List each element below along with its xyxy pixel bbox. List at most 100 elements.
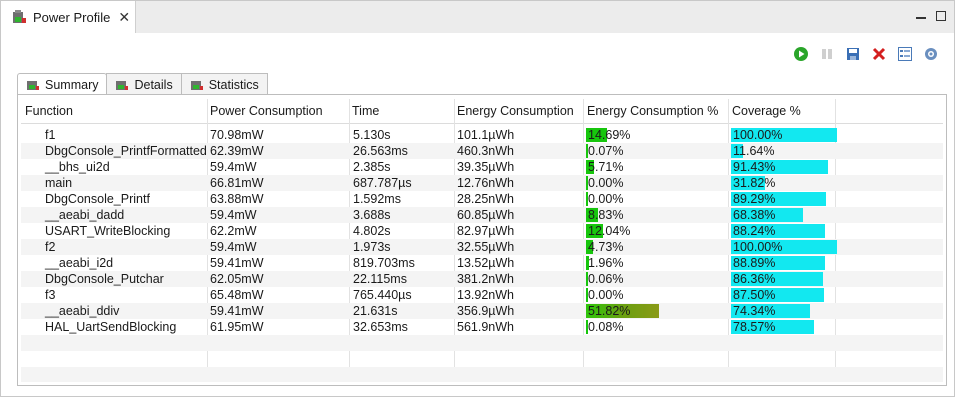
header-coverage-pct[interactable]: Coverage % (732, 99, 801, 123)
cell-time: 819.703ms (353, 256, 415, 270)
cell-coverage-pct: 89.29% (733, 192, 776, 206)
toolbar (792, 45, 940, 63)
table-row[interactable]: __bhs_ui2d 59.4mW 2.385s 39.35µWh 5.71% 91.4… (21, 159, 943, 175)
empty-row (21, 351, 943, 367)
table-header: Function Power Consumption Time Energy C… (21, 99, 943, 124)
empty-row (21, 335, 943, 351)
cell-function: main (45, 176, 73, 190)
view-tab-label: Power Profile (33, 9, 111, 25)
cell-power: 62.05mW (210, 272, 264, 286)
cell-function: __aeabi_ddiv (45, 304, 120, 318)
settings-list-icon[interactable] (896, 45, 914, 63)
cell-coverage-pct: 31.82% (733, 176, 776, 190)
tab-statistics[interactable]: Statistics (180, 73, 268, 95)
cell-coverage-pct: 100.00% (733, 128, 783, 142)
header-function[interactable]: Function (25, 99, 73, 123)
cell-coverage-pct: 86.36% (733, 272, 776, 286)
cell-power: 59.4mW (210, 240, 257, 254)
table-row[interactable]: HAL_UartSendBlocking 61.95mW 32.653ms 561.9… (21, 319, 943, 335)
table-row[interactable]: DbgConsole_Printf 63.88mW 1.592ms 28.25nWh… (21, 191, 943, 207)
cell-energy: 39.35µWh (457, 160, 515, 174)
close-icon[interactable]: ✕ (118, 9, 130, 26)
cell-power: 59.41mW (210, 256, 264, 270)
cell-energy: 381.2nWh (457, 272, 514, 286)
cell-energy-pct: 1.96% (588, 256, 624, 270)
save-icon[interactable] (844, 45, 862, 63)
cell-power: 59.4mW (210, 208, 257, 222)
cell-time: 765.440µs (353, 288, 412, 302)
cell-time: 26.563ms (353, 144, 408, 158)
configure-icon[interactable] (922, 45, 940, 63)
view-titlebar: Power Profile ✕ (1, 1, 954, 33)
tab-summary-label: Summary (45, 78, 99, 92)
header-time[interactable]: Time (352, 99, 379, 123)
cell-coverage-pct: 74.34% (733, 304, 776, 318)
tab-statistics-label: Statistics (208, 77, 259, 92)
cell-energy: 82.97µWh (457, 224, 515, 238)
cell-coverage-pct: 68.38% (733, 208, 776, 222)
empty-row (21, 367, 943, 382)
header-energy-consumption-pct[interactable]: Energy Consumption % (587, 99, 718, 123)
cell-time: 2.385s (353, 160, 391, 174)
cell-energy: 12.76nWh (457, 176, 514, 190)
maximize-icon[interactable] (936, 11, 946, 21)
cell-coverage-pct: 78.57% (733, 320, 776, 334)
cell-energy: 13.92nWh (457, 288, 514, 302)
cell-coverage-pct: 91.43% (733, 160, 776, 174)
summary-panel: Function Power Consumption Time Energy C… (17, 94, 947, 386)
delete-icon[interactable] (870, 45, 888, 63)
cell-energy: 13.52µWh (457, 256, 515, 270)
cell-power: 59.41mW (210, 304, 264, 318)
power-profile-window: Power Profile ✕ Summary Details Statisti… (0, 0, 955, 397)
cell-energy-pct: 0.00% (588, 176, 624, 190)
cell-energy: 460.3nWh (457, 144, 514, 158)
cell-power: 63.88mW (210, 192, 264, 206)
cell-energy-pct: 14.69% (588, 128, 631, 142)
play-icon[interactable] (792, 45, 810, 63)
summary-tab-icon (27, 81, 39, 90)
tab-details-label: Details (134, 77, 173, 92)
cell-time: 1.592ms (353, 192, 401, 206)
table-row[interactable]: USART_WriteBlocking 62.2mW 4.802s 82.97µWh… (21, 223, 943, 239)
table-row[interactable]: main 66.81mW 687.787µs 12.76nWh 0.00% 31.82% (21, 175, 943, 191)
tab-summary[interactable]: Summary (17, 73, 108, 96)
cell-function: f3 (45, 288, 56, 302)
header-power-consumption[interactable]: Power Consumption (210, 99, 323, 123)
table-row[interactable]: DbgConsole_PrintfFormatted 62.39mW 26.563m… (21, 143, 943, 159)
table-row[interactable]: __aeabi_dadd 59.4mW 3.688s 60.85µWh 8.83% 68… (21, 207, 943, 223)
cell-energy: 60.85µWh (457, 208, 515, 222)
cell-energy-pct: 12.04% (588, 224, 631, 238)
cell-energy-pct: 0.08% (588, 320, 624, 334)
statistics-tab-icon (190, 80, 203, 90)
cell-function: HAL_UartSendBlocking (45, 320, 177, 334)
table-row[interactable]: DbgConsole_Putchar 62.05mW 22.115ms 381.2nW… (21, 271, 943, 287)
cell-time: 1.973s (353, 240, 391, 254)
header-energy-consumption[interactable]: Energy Consumption (457, 99, 574, 123)
cell-power: 61.95mW (210, 320, 264, 334)
view-tab-power-profile[interactable]: Power Profile ✕ (1, 1, 136, 33)
table-row[interactable]: f2 59.4mW 1.973s 32.55µWh 4.73% 100.00% (21, 239, 943, 255)
details-tab-icon (116, 80, 129, 90)
cell-power: 66.81mW (210, 176, 264, 190)
cell-time: 22.115ms (353, 272, 407, 286)
pause-icon[interactable] (818, 45, 836, 63)
table-row[interactable]: __aeabi_ddiv 59.41mW 21.631s 356.9µWh 51.82%… (21, 303, 943, 319)
table-row[interactable]: f3 65.48mW 765.440µs 13.92nWh 0.00% 87.50% (21, 287, 943, 303)
tab-details[interactable]: Details (106, 73, 182, 95)
cell-time: 687.787µs (353, 176, 412, 190)
cell-power: 62.39mW (210, 144, 264, 158)
table-row[interactable]: f1 70.98mW 5.130s 101.1µWh 14.69% 100.00% (21, 127, 943, 143)
cell-energy-pct: 5.71% (588, 160, 624, 174)
cell-function: USART_WriteBlocking (45, 224, 171, 238)
cell-time: 21.631s (353, 304, 398, 318)
minimize-icon[interactable] (916, 13, 926, 19)
cell-energy: 28.25nWh (457, 192, 514, 206)
tab-bar: Summary Details Statistics (17, 73, 268, 96)
cell-energy-pct: 0.00% (588, 192, 624, 206)
cell-power: 70.98mW (210, 128, 264, 142)
table-row[interactable]: __aeabi_i2d 59.41mW 819.703ms 13.52µWh 1.96%… (21, 255, 943, 271)
cell-energy: 356.9µWh (457, 304, 515, 318)
cell-energy: 32.55µWh (457, 240, 515, 254)
cell-time: 3.688s (353, 208, 391, 222)
cell-energy-pct: 8.83% (588, 208, 624, 222)
